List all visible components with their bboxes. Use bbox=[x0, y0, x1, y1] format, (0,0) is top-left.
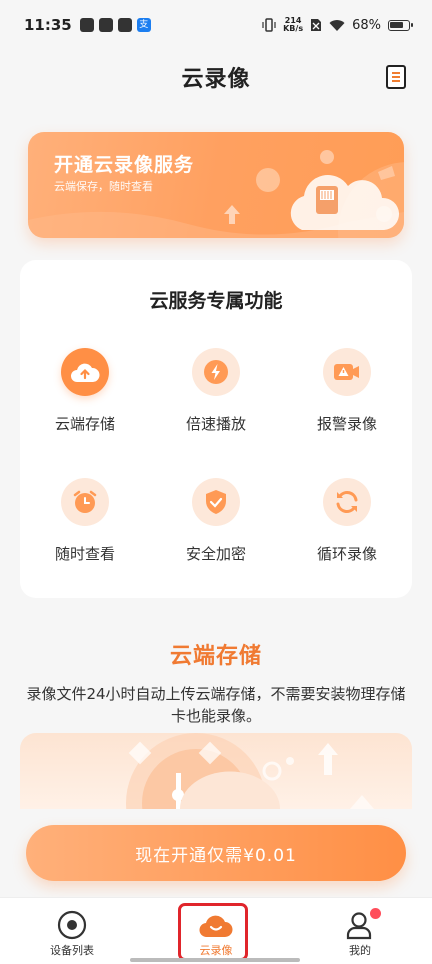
subscribe-banner[interactable]: 开通云录像服务 云端保存，随时查看 bbox=[28, 132, 404, 238]
notification-badge bbox=[370, 908, 381, 919]
feature-label: 云端存储 bbox=[54, 415, 115, 433]
features-title: 云服务专属功能 bbox=[149, 290, 283, 312]
notification-app-icon bbox=[117, 18, 132, 32]
feature-label: 安全加密 bbox=[185, 545, 246, 563]
battery-icon bbox=[388, 19, 413, 31]
camera-lens-icon bbox=[57, 910, 87, 940]
alarm-clock-icon bbox=[61, 478, 109, 526]
feature-label: 循环录像 bbox=[316, 545, 377, 563]
nav-mine[interactable]: 我的 bbox=[288, 898, 432, 964]
order-list-icon[interactable] bbox=[386, 65, 406, 89]
section-description: 录像文件24小时自动上传云端存储，不需要安装物理存储卡也能录像。 bbox=[26, 685, 406, 725]
cloud-sd-card-icon bbox=[290, 174, 400, 230]
no-sim-icon bbox=[311, 19, 322, 31]
alarm-camera-icon bbox=[323, 348, 371, 396]
status-bar: 11:35 支 214 KB/s 68% bbox=[0, 0, 432, 50]
lightning-icon bbox=[192, 348, 240, 396]
net-speed: 214 KB/s bbox=[283, 16, 304, 33]
battery-percent: 68% bbox=[352, 17, 381, 33]
feature-view-anytime[interactable]: 随时查看 bbox=[20, 478, 150, 578]
shield-check-icon bbox=[192, 478, 240, 526]
cloud-upload-icon bbox=[61, 348, 109, 396]
feature-label: 倍速播放 bbox=[185, 415, 246, 433]
subscribe-button[interactable]: 现在开通仅需¥0.01 bbox=[26, 825, 406, 881]
notification-app-icon bbox=[79, 18, 94, 32]
section-title: 云端存储 bbox=[169, 644, 262, 669]
feature-cloud-storage[interactable]: 云端存储 bbox=[20, 348, 150, 448]
banner-subtitle: 云端保存，随时查看 bbox=[54, 180, 153, 193]
features-card: 云服务专属功能 云端存储 倍速播放 报警录像 随时查看 安全加密 循环录像 bbox=[20, 260, 412, 598]
banner-title: 开通云录像服务 bbox=[54, 154, 195, 176]
nav-device-list[interactable]: 设备列表 bbox=[0, 898, 144, 964]
feature-speed-play[interactable]: 倍速播放 bbox=[151, 348, 281, 448]
wifi-icon bbox=[329, 19, 345, 31]
feature-security[interactable]: 安全加密 bbox=[151, 478, 281, 578]
feature-label: 随时查看 bbox=[54, 545, 115, 563]
feature-alarm-record[interactable]: 报警录像 bbox=[282, 348, 412, 448]
alipay-icon: 支 bbox=[136, 18, 151, 32]
feature-loop-record[interactable]: 循环录像 bbox=[282, 478, 412, 578]
status-time: 11:35 bbox=[24, 16, 72, 34]
home-indicator bbox=[130, 958, 300, 962]
page-title: 云录像 bbox=[181, 67, 251, 92]
refresh-icon bbox=[323, 478, 371, 526]
illustration-graphic bbox=[126, 733, 374, 809]
notification-app-icon bbox=[98, 18, 113, 32]
feature-label: 报警录像 bbox=[316, 415, 377, 433]
app-header: 云录像 bbox=[0, 52, 432, 102]
cloud-storage-illustration bbox=[20, 733, 412, 809]
nav-label: 我的 bbox=[349, 944, 371, 957]
vibrate-icon bbox=[262, 18, 276, 32]
nav-label: 设备列表 bbox=[50, 944, 94, 957]
status-right: 214 KB/s 68% bbox=[262, 16, 413, 33]
highlight-annotation bbox=[178, 903, 248, 961]
